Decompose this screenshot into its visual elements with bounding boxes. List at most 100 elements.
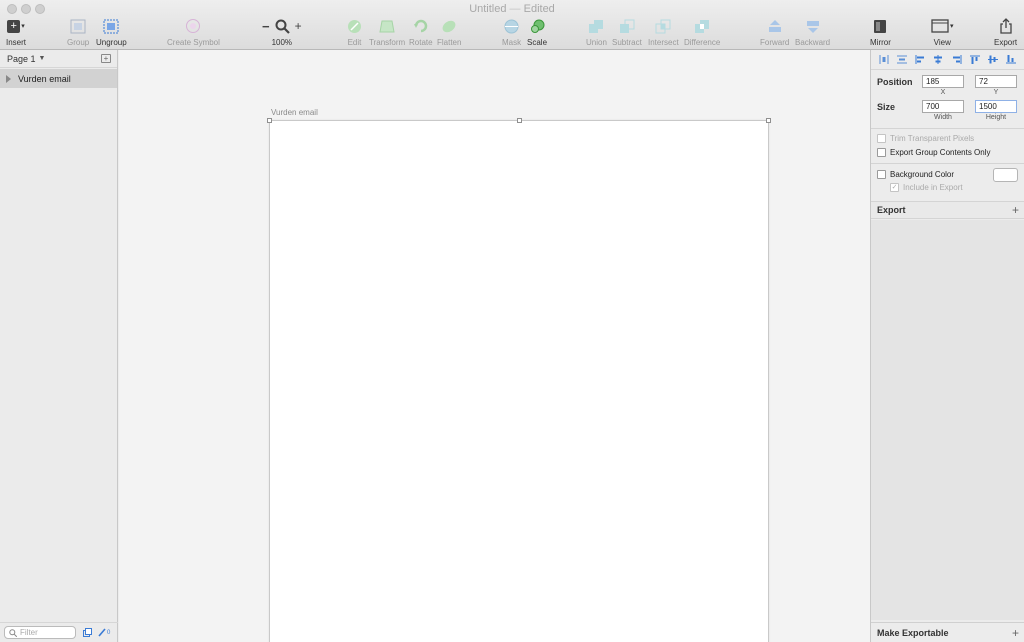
artboard-filter-icon[interactable]	[83, 628, 92, 637]
resize-handle-top-right[interactable]	[766, 118, 771, 123]
backward-label: Backward	[795, 38, 831, 47]
intersect-button[interactable]: Intersect	[648, 17, 679, 47]
scale-icon	[530, 19, 544, 33]
zoom-in-button[interactable]: +	[295, 19, 302, 33]
disclosure-triangle-icon[interactable]	[6, 74, 11, 83]
align-middle-vertical-icon[interactable]	[987, 55, 998, 64]
mask-label: Mask	[502, 38, 522, 47]
layer-item-artboard[interactable]: Vurden email	[0, 69, 117, 88]
make-exportable-plus-icon[interactable]: +	[1012, 626, 1019, 640]
make-exportable-label: Make Exportable	[877, 627, 949, 638]
mask-button[interactable]: Mask	[502, 17, 521, 47]
canvas[interactable]: Vurden email	[119, 50, 870, 642]
x-position-field[interactable]: 185	[922, 75, 964, 88]
export-button[interactable]: Export	[994, 17, 1017, 47]
slice-knife-icon	[98, 628, 106, 637]
export-group-checkbox[interactable]	[877, 148, 886, 157]
resize-handle-top-center[interactable]	[517, 118, 522, 123]
subtract-icon	[619, 19, 635, 33]
divider	[871, 163, 1024, 164]
align-right-icon[interactable]	[952, 55, 962, 64]
distribute-vertical-icon[interactable]	[897, 55, 908, 64]
add-page-icon[interactable]: +	[101, 54, 111, 63]
document-status: Edited	[523, 3, 555, 15]
layer-label: Vurden email	[18, 73, 71, 84]
background-color-checkbox[interactable]	[877, 170, 886, 179]
align-center-horizontal-icon[interactable]	[933, 55, 943, 64]
create-symbol-label: Create Symbol	[167, 38, 220, 47]
resize-handle-top-left[interactable]	[267, 118, 272, 123]
trim-checkbox[interactable]	[877, 134, 886, 143]
window-title: Untitled — Edited	[0, 3, 1024, 15]
mirror-button[interactable]: Mirror	[870, 17, 891, 47]
trim-label: Trim Transparent Pixels	[890, 134, 975, 143]
toolbar: Untitled — Edited + ▾ Insert Group Ungrou…	[0, 0, 1024, 50]
slices-filter[interactable]: 0	[98, 628, 110, 637]
artboard[interactable]	[267, 118, 771, 642]
width-field[interactable]: 700	[922, 100, 964, 113]
mask-icon	[504, 19, 519, 33]
make-exportable-bar[interactable]: Make Exportable +	[871, 622, 1024, 642]
rotate-button[interactable]: Rotate	[409, 17, 433, 47]
scale-button[interactable]: Scale	[527, 17, 547, 47]
include-in-export-option[interactable]: ✓ Include in Export	[890, 183, 963, 192]
edit-label: Edit	[347, 38, 362, 47]
difference-button[interactable]: Difference	[684, 17, 720, 47]
union-icon	[589, 19, 604, 33]
edit-button[interactable]: Edit	[347, 17, 362, 47]
ungroup-icon	[103, 19, 119, 33]
distribute-horizontal-icon[interactable]	[879, 55, 889, 64]
backward-button[interactable]: Backward	[795, 17, 830, 47]
view-button[interactable]: ▾ View	[931, 17, 954, 47]
background-color-swatch[interactable]	[993, 168, 1018, 182]
transform-button[interactable]: Transform	[369, 17, 405, 47]
group-label: Group	[67, 38, 90, 47]
include-in-export-checkbox[interactable]: ✓	[890, 183, 899, 192]
rotate-icon	[413, 19, 427, 33]
flatten-label: Flatten	[437, 38, 462, 47]
subtract-button[interactable]: Subtract	[612, 17, 642, 47]
page-name: Page 1	[7, 53, 36, 64]
export-section-header: Export +	[871, 201, 1024, 219]
artboard-title[interactable]: Vurden email	[271, 108, 318, 117]
backward-icon	[806, 20, 819, 33]
page-selector[interactable]: Page 1 ▼ +	[0, 50, 117, 68]
group-icon	[70, 19, 86, 33]
filter-input[interactable]: Filter	[4, 626, 76, 639]
align-top-icon[interactable]	[969, 55, 980, 64]
zoom-control: − + 100%	[262, 17, 302, 48]
edit-icon	[348, 19, 361, 33]
union-button[interactable]: Union	[586, 17, 607, 47]
trim-transparent-option[interactable]: Trim Transparent Pixels	[877, 134, 974, 143]
ungroup-label: Ungroup	[96, 38, 127, 47]
insert-button[interactable]: + ▾ Insert	[6, 17, 26, 47]
ungroup-button[interactable]: Ungroup	[96, 17, 127, 47]
height-label: Height	[985, 114, 1007, 121]
forward-button[interactable]: Forward	[760, 17, 789, 47]
export-group-option[interactable]: Export Group Contents Only	[877, 148, 991, 157]
union-label: Union	[586, 38, 607, 47]
align-bottom-icon[interactable]	[1005, 55, 1016, 64]
inspector-empty-area	[871, 220, 1024, 620]
export-label: Export	[994, 38, 1018, 47]
divider	[871, 128, 1024, 129]
create-symbol-button[interactable]: Create Symbol	[167, 17, 220, 47]
add-export-icon[interactable]: +	[1012, 203, 1019, 217]
mirror-label: Mirror	[870, 38, 891, 47]
flatten-button[interactable]: Flatten	[437, 17, 461, 47]
zoom-out-button[interactable]: −	[262, 19, 270, 34]
y-position-field[interactable]: 72	[975, 75, 1017, 88]
group-button[interactable]: Group	[67, 17, 89, 47]
transform-icon	[379, 20, 395, 32]
forward-icon	[768, 19, 781, 32]
background-color-label: Background Color	[890, 170, 955, 179]
zoom-level: 100%	[271, 38, 293, 47]
subtract-label: Subtract	[612, 38, 642, 47]
align-left-icon[interactable]	[915, 55, 925, 64]
alignment-toolbar	[871, 50, 1024, 70]
chevron-down-icon: ▼	[38, 55, 46, 62]
height-field[interactable]: 1500	[975, 100, 1017, 113]
background-color-option[interactable]: Background Color	[877, 170, 954, 179]
insert-icon: +	[7, 19, 21, 33]
y-label: Y	[993, 89, 999, 96]
